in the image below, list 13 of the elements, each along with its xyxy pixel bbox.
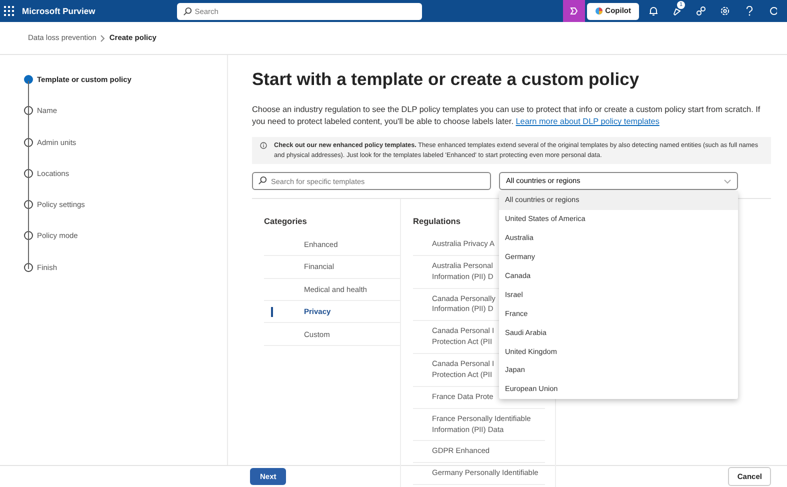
copilot-logo-icon [595,7,604,15]
app-launcher-icon[interactable] [4,6,14,16]
chevron-icon [100,34,106,42]
chevron-icon [724,178,731,184]
learn-more-link[interactable]: Learn more about DLP policy templates [516,117,660,126]
categories-heading: Categories [264,215,308,228]
description-text: Choose an industry regulation to see the DLP policy templates you can use to protect that info or create a custom policy start from scratch. If you need to protect labeled content, you'll be able to choose labels later. Learn more about DLP policy templates [252,104,762,128]
app-title: Microsoft Purview [22,4,96,18]
info-icon [260,142,267,149]
page-title: Start with a template or create a custom policy [252,69,640,90]
regulations-heading: Regulations [413,216,460,226]
copilot-app-button[interactable] [563,0,586,22]
copilot-icon [569,6,580,16]
